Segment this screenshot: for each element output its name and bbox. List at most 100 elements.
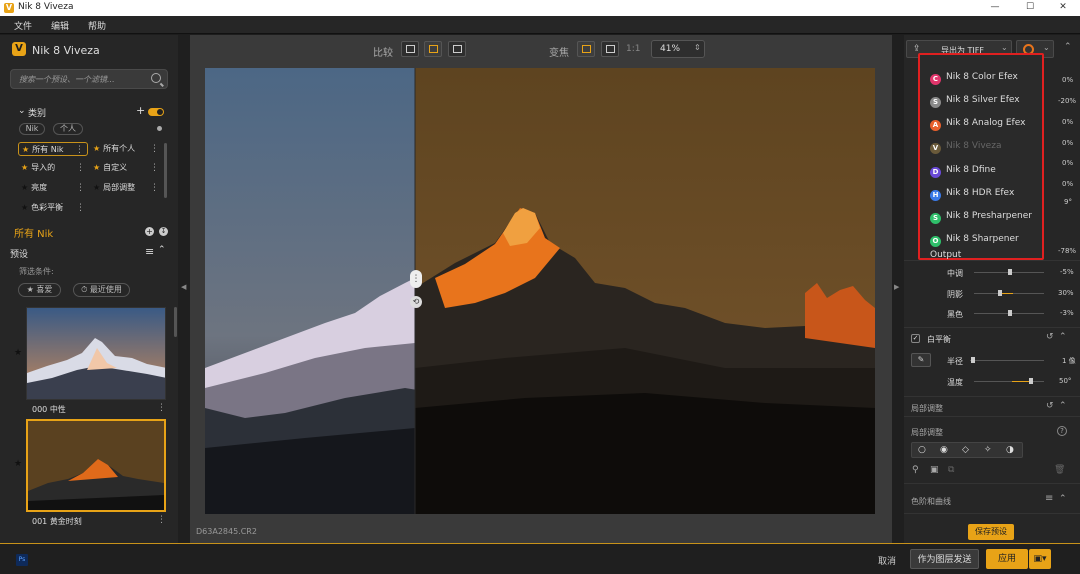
radial-icon[interactable]: ◉: [940, 445, 948, 455]
left-panel-splitter[interactable]: ◀: [178, 35, 190, 543]
photo-preview[interactable]: [205, 68, 875, 514]
more-icon[interactable]: ⋮: [150, 142, 159, 156]
maximize-button[interactable]: ☐: [1020, 2, 1040, 12]
menu-icon[interactable]: ≡: [1045, 493, 1053, 504]
apply-button[interactable]: 应用: [986, 549, 1028, 569]
chip-nik[interactable]: Nik: [19, 123, 45, 135]
control-point-icon[interactable]: ○: [918, 445, 926, 455]
category-all-personal[interactable]: ★ 所有个人 ⋮: [93, 142, 159, 156]
minimize-button[interactable]: —: [985, 2, 1005, 12]
star-icon: ★: [93, 163, 101, 172]
presets-scrollbar[interactable]: [174, 307, 177, 337]
category-all-nik[interactable]: ★ 所有 Nik ⋮: [18, 142, 88, 156]
category-color-balance[interactable]: ★ 色彩平衡 ⋮: [21, 201, 88, 215]
import-preset-icon[interactable]: ↧: [159, 227, 168, 236]
zoom-fit-icon[interactable]: [577, 41, 595, 57]
brush-icon[interactable]: ✧: [984, 445, 992, 455]
menu-item-color-efex[interactable]: C Nik 8 Color Efex: [930, 69, 1018, 85]
collapse-presets-icon[interactable]: ⌃: [158, 245, 166, 255]
reset-icon[interactable]: ↺: [1046, 401, 1054, 411]
menu-item-sharpener-output[interactable]: O Nik 8 Sharpener Output: [930, 231, 1042, 260]
eyedropper-icon[interactable]: ✎: [911, 353, 931, 367]
collapse-left-icon[interactable]: ◀: [181, 283, 186, 291]
collapse-right-icon[interactable]: ▶: [894, 283, 899, 291]
close-button[interactable]: ✕: [1053, 2, 1073, 12]
zoom-fill-icon[interactable]: [601, 41, 619, 57]
collapse-panel-icon[interactable]: ⌃: [1064, 42, 1072, 52]
category-scrollbar[interactable]: [164, 143, 167, 198]
preset-more-icon[interactable]: ⋮: [157, 403, 166, 413]
split-handle-icon[interactable]: ⋮: [410, 270, 422, 288]
more-icon[interactable]: ⋮: [150, 161, 159, 175]
zoom-one-to-one-button[interactable]: 1:1: [626, 44, 640, 54]
category-collapse-icon[interactable]: ⌄: [18, 106, 26, 116]
list-view-icon[interactable]: ≡: [145, 245, 154, 258]
save-preset-button[interactable]: 保存预设: [968, 524, 1014, 540]
category-imported[interactable]: ★ 导入的 ⋮: [21, 161, 88, 175]
temperature-slider[interactable]: [974, 381, 1044, 382]
blacks-knob[interactable]: [1008, 310, 1012, 316]
apply-options-icon[interactable]: ▣▾: [1029, 549, 1051, 569]
polygon-icon[interactable]: ◇: [962, 445, 969, 455]
compare-side-icon[interactable]: [401, 41, 419, 57]
preset-thumbnail-selected[interactable]: [26, 419, 166, 512]
menu-item-dfine[interactable]: D Nik 8 Dfine: [930, 162, 996, 178]
collapse-icon[interactable]: ⌃: [1059, 332, 1067, 342]
midtones-knob[interactable]: [1008, 269, 1012, 275]
menu-file[interactable]: 文件: [14, 19, 32, 32]
chip-personal[interactable]: 个人: [53, 123, 83, 135]
category-label: 导入的: [31, 163, 56, 172]
preset-more-icon[interactable]: ⋮: [157, 515, 166, 525]
more-icon[interactable]: ⋮: [76, 201, 85, 215]
reset-icon[interactable]: ↺: [1046, 332, 1054, 342]
menu-edit[interactable]: 编辑: [51, 19, 69, 32]
blacks-label: 黑色: [947, 310, 963, 319]
filter-recent-button[interactable]: ⏱ 最近使用: [73, 283, 130, 297]
more-icon[interactable]: ⋮: [150, 181, 159, 195]
luminance-icon[interactable]: ◑: [1006, 445, 1014, 455]
search-input[interactable]: 搜索一个预设、一个滤镜...: [10, 69, 168, 89]
menu-item-presharpener[interactable]: S Nik 8 Presharpener: [930, 208, 1032, 224]
slider-value: -20%: [1058, 97, 1077, 105]
zoom-stepper-icon[interactable]: ⇕: [694, 43, 701, 52]
shadows-knob[interactable]: [998, 290, 1002, 296]
temperature-knob[interactable]: [1029, 378, 1033, 384]
mask-icon[interactable]: ▣: [930, 465, 939, 475]
menu-item-analog-efex[interactable]: A Nik 8 Analog Efex: [930, 115, 1025, 131]
category-label: 自定义: [103, 163, 128, 172]
collapse-icon[interactable]: ⌃: [1059, 494, 1067, 504]
more-icon[interactable]: ⋮: [76, 181, 85, 195]
link-icon[interactable]: ⚲: [912, 465, 919, 475]
swap-split-icon[interactable]: ⟲: [410, 296, 422, 308]
menu-help[interactable]: 帮助: [88, 19, 106, 32]
category-brightness[interactable]: ★ 亮度 ⋮: [21, 181, 88, 195]
category-toggle[interactable]: [148, 108, 164, 116]
add-category-icon[interactable]: +: [136, 104, 145, 117]
filter-favorites-button[interactable]: ★ 喜爱: [18, 283, 61, 297]
more-icon[interactable]: ⋮: [75, 143, 84, 157]
favorite-star-icon[interactable]: ★: [14, 348, 22, 358]
collapse-icon[interactable]: ⌃: [1059, 401, 1067, 411]
cancel-button[interactable]: 取消: [878, 554, 896, 567]
category-local-adjust[interactable]: ★ 局部调整 ⋮: [93, 181, 159, 195]
more-icon[interactable]: ⋮: [76, 161, 85, 175]
category-custom[interactable]: ★ 自定义 ⋮: [93, 161, 159, 175]
favorite-star-icon[interactable]: ★: [14, 459, 22, 469]
compare-split-icon[interactable]: [424, 41, 442, 57]
right-panel-splitter[interactable]: ▶: [892, 35, 904, 543]
help-icon[interactable]: ?: [1057, 426, 1067, 436]
preset-thumbnail[interactable]: [26, 307, 166, 400]
send-as-layer-button[interactable]: 作为图层发送: [910, 549, 979, 569]
menu-item-hdr-efex[interactable]: H Nik 8 HDR Efex: [930, 185, 1014, 201]
menu-item-silver-efex[interactable]: S Nik 8 Silver Efex: [930, 92, 1020, 108]
radius-slider[interactable]: [970, 360, 1044, 361]
export-dropdown-icon[interactable]: ⌄: [1001, 43, 1008, 52]
zoom-select[interactable]: 41% ⇕: [651, 40, 705, 58]
white-balance-checkbox[interactable]: ✓: [911, 334, 920, 343]
radius-knob[interactable]: [971, 357, 975, 363]
compare-stack-icon[interactable]: [448, 41, 466, 57]
duplicate-icon[interactable]: ⧉: [948, 465, 954, 475]
search-icon[interactable]: [151, 73, 161, 83]
delete-icon[interactable]: 🗑: [1054, 465, 1065, 475]
add-preset-icon[interactable]: +: [145, 227, 154, 236]
